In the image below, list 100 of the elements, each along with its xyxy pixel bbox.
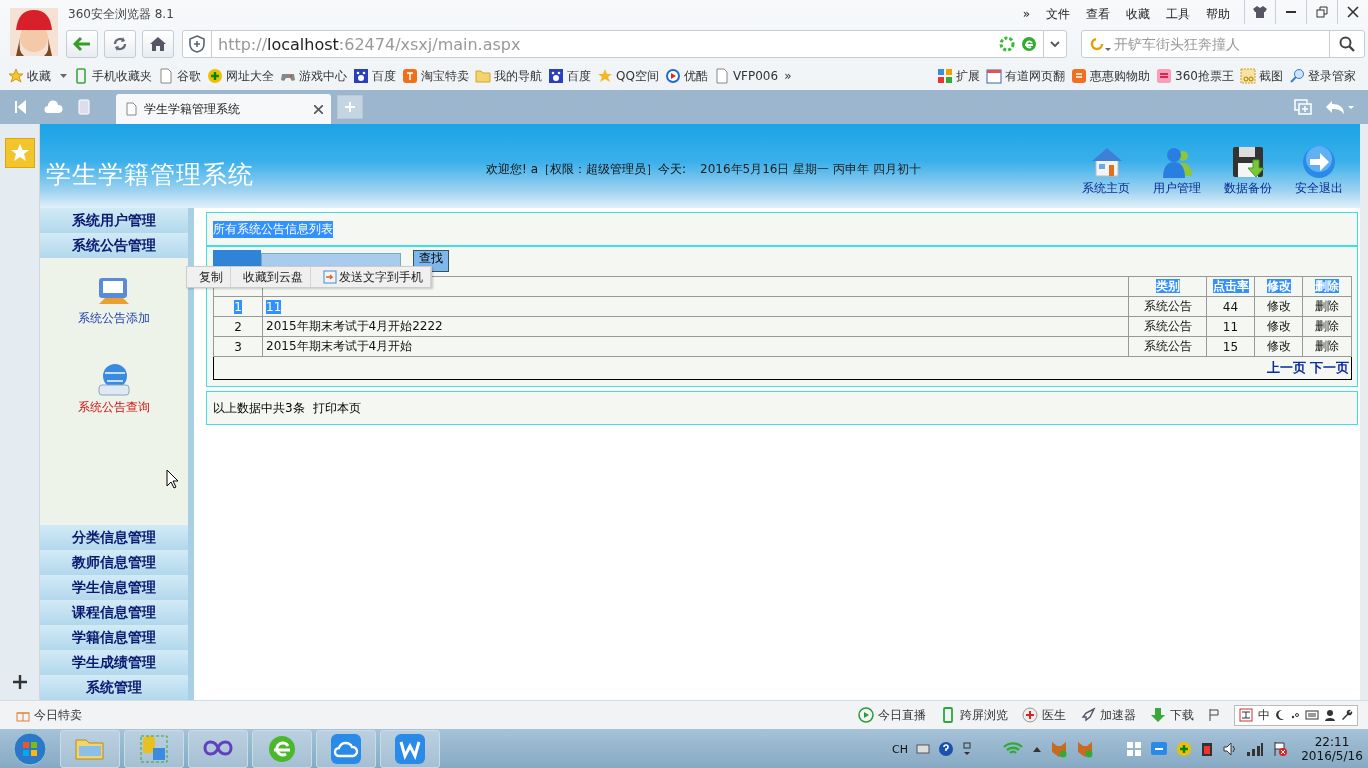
flag-error-icon[interactable] bbox=[1272, 741, 1288, 757]
star-icon bbox=[9, 143, 30, 163]
plus-icon[interactable] bbox=[11, 674, 28, 690]
status-link[interactable]: 加速器 bbox=[1080, 706, 1136, 724]
print-link[interactable]: 打印本页 bbox=[312, 399, 361, 417]
taskbar-app[interactable] bbox=[124, 730, 184, 768]
restore-icon bbox=[1316, 6, 1328, 18]
extension-button[interactable]: 有道网页翻 bbox=[986, 67, 1066, 85]
context-menu-item[interactable]: 发送文字到手机 bbox=[311, 267, 431, 287]
sidebar-item[interactable]: 课程信息管理 bbox=[40, 600, 188, 625]
table-cell[interactable]: 删除 bbox=[1302, 336, 1352, 357]
status-link[interactable]: 医生 bbox=[1022, 706, 1066, 724]
sidebar-item[interactable]: 学籍信息管理 bbox=[40, 625, 188, 650]
phone-send-icon bbox=[323, 270, 337, 284]
taskbar-app[interactable] bbox=[188, 730, 248, 768]
status-link[interactable]: 今日特卖 bbox=[16, 706, 82, 724]
extension-button[interactable]: 登录管家 bbox=[1289, 67, 1356, 85]
table-cell[interactable]: 删除 bbox=[1302, 296, 1352, 317]
ime-toolbar[interactable]: 中 bbox=[1234, 704, 1358, 726]
battery-icon[interactable] bbox=[1200, 741, 1214, 757]
menu-item[interactable]: 收藏 bbox=[1126, 5, 1150, 23]
panel-title: 所有系统公告信息列表 bbox=[213, 220, 333, 238]
pager-link[interactable]: 下一页 bbox=[1310, 360, 1349, 375]
favorites-button[interactable] bbox=[4, 138, 35, 168]
bookmark[interactable]: 手机收藏夹 bbox=[73, 67, 152, 85]
bookmark[interactable]: QQ空间 bbox=[597, 67, 659, 85]
taskbar-app[interactable] bbox=[316, 730, 376, 768]
folder-icon bbox=[475, 68, 491, 84]
search-box[interactable]: 开铲车街头狂奔撞人 bbox=[1081, 30, 1365, 58]
help-icon[interactable] bbox=[938, 741, 954, 757]
w-letter-tile-icon bbox=[393, 732, 427, 766]
bookmark[interactable]: 百度 bbox=[548, 67, 591, 85]
bookmark[interactable]: 网址大全 bbox=[207, 67, 274, 85]
menu-item[interactable]: 文件 bbox=[1046, 5, 1070, 23]
bookmark[interactable]: 谷歌 bbox=[158, 67, 201, 85]
play-circle-icon bbox=[858, 707, 874, 723]
table-cell[interactable]: 删除 bbox=[1302, 316, 1352, 337]
plus-circle-icon[interactable] bbox=[1176, 741, 1192, 757]
menu-item[interactable]: 查看 bbox=[1086, 5, 1110, 23]
refresh-icon bbox=[111, 35, 129, 53]
chevron-down-icon[interactable] bbox=[1050, 41, 1060, 47]
search-field[interactable]: 开铲车街头狂奔撞人 bbox=[1112, 35, 1329, 53]
sidebar-item[interactable]: 学生信息管理 bbox=[40, 575, 188, 600]
taskbar-app[interactable] bbox=[252, 730, 312, 768]
close-icon[interactable] bbox=[314, 104, 323, 114]
extension-button[interactable]: 惠惠购物助 bbox=[1071, 67, 1151, 85]
language-indicator[interactable]: CH bbox=[892, 742, 908, 756]
context-menu-item[interactable]: 收藏到云盘 bbox=[231, 267, 311, 287]
undo-icon[interactable] bbox=[1324, 99, 1354, 115]
bookmark[interactable]: VFP006 bbox=[713, 68, 779, 84]
refresh-button[interactable] bbox=[104, 30, 136, 58]
home-button[interactable] bbox=[142, 30, 174, 58]
bookmark[interactable]: 收藏 bbox=[8, 67, 67, 85]
table-cell[interactable]: 修改 bbox=[1254, 296, 1303, 317]
toolbar-button[interactable]: 数据备份 bbox=[1212, 143, 1283, 197]
bookmark[interactable]: » bbox=[784, 69, 792, 83]
toolbar-button[interactable]: 用户管理 bbox=[1141, 143, 1212, 197]
status-link[interactable]: 今日直播 bbox=[858, 706, 926, 724]
menu-item[interactable]: » bbox=[1022, 7, 1030, 21]
fox-icon[interactable] bbox=[1076, 740, 1094, 758]
bookmark[interactable]: 淘宝特卖 bbox=[402, 67, 469, 85]
bookmark[interactable]: 我的导航 bbox=[475, 67, 542, 85]
sidebar-item[interactable]: 系统用户管理 bbox=[40, 208, 188, 233]
toolbar-button[interactable]: 安全退出 bbox=[1283, 143, 1354, 197]
monitor-icon[interactable] bbox=[1150, 741, 1168, 757]
extension-button[interactable]: 360抢票王 bbox=[1156, 67, 1234, 85]
status-link[interactable]: 下载 bbox=[1150, 706, 1194, 724]
menu-item[interactable]: 帮助 bbox=[1206, 5, 1230, 23]
extension-button[interactable]: 截图 bbox=[1240, 67, 1283, 85]
address-field[interactable]: http://localhost:62474/xsxj/main.aspx bbox=[182, 30, 1067, 58]
table-cell[interactable]: 修改 bbox=[1254, 316, 1303, 337]
context-menu-item[interactable]: 复制 bbox=[187, 267, 231, 287]
sidebar-item[interactable]: 系统公告管理 bbox=[40, 233, 188, 258]
keyboard-icon[interactable] bbox=[916, 744, 930, 754]
sidebar-item[interactable]: 学生成绩管理 bbox=[40, 650, 188, 675]
browser-tab[interactable]: 学生学籍管理系统 bbox=[116, 94, 331, 124]
bookmark[interactable]: 游戏中心 bbox=[280, 67, 347, 85]
signal-bars-icon[interactable] bbox=[1246, 742, 1264, 756]
taskbar-app[interactable] bbox=[380, 730, 440, 768]
new-window-icon[interactable] bbox=[1294, 99, 1312, 115]
windows-grid-icon[interactable] bbox=[1126, 741, 1142, 757]
bookmark[interactable]: 优酷 bbox=[664, 67, 708, 85]
cloud-icon[interactable] bbox=[44, 100, 64, 114]
clock[interactable]: 22:11 2016/5/16 bbox=[1302, 735, 1362, 763]
table-cell[interactable]: 修改 bbox=[1254, 336, 1303, 357]
sidebar-item[interactable]: 教师信息管理 bbox=[40, 550, 188, 575]
submenu-item[interactable]: 系统公告添加 bbox=[78, 272, 150, 327]
extension-button[interactable]: 扩展 bbox=[937, 67, 981, 85]
sidebar-item[interactable]: 系统管理 bbox=[40, 675, 188, 700]
bookmark[interactable]: 百度 bbox=[353, 67, 396, 85]
back-button[interactable] bbox=[66, 30, 98, 58]
speaker-icon[interactable] bbox=[1222, 741, 1238, 757]
status-link[interactable]: 跨屏浏览 bbox=[940, 706, 1008, 724]
up-caret-icon[interactable] bbox=[1032, 745, 1042, 753]
pager-link[interactable]: 上一页 bbox=[1267, 360, 1306, 375]
toolbar-button[interactable]: 系统主页 bbox=[1070, 143, 1141, 197]
fox-icon[interactable] bbox=[1050, 740, 1068, 758]
sidebar-item[interactable]: 分类信息管理 bbox=[40, 525, 188, 550]
submenu-item[interactable]: 系统公告查询 bbox=[78, 361, 150, 416]
menu-item[interactable]: 工具 bbox=[1166, 5, 1190, 23]
